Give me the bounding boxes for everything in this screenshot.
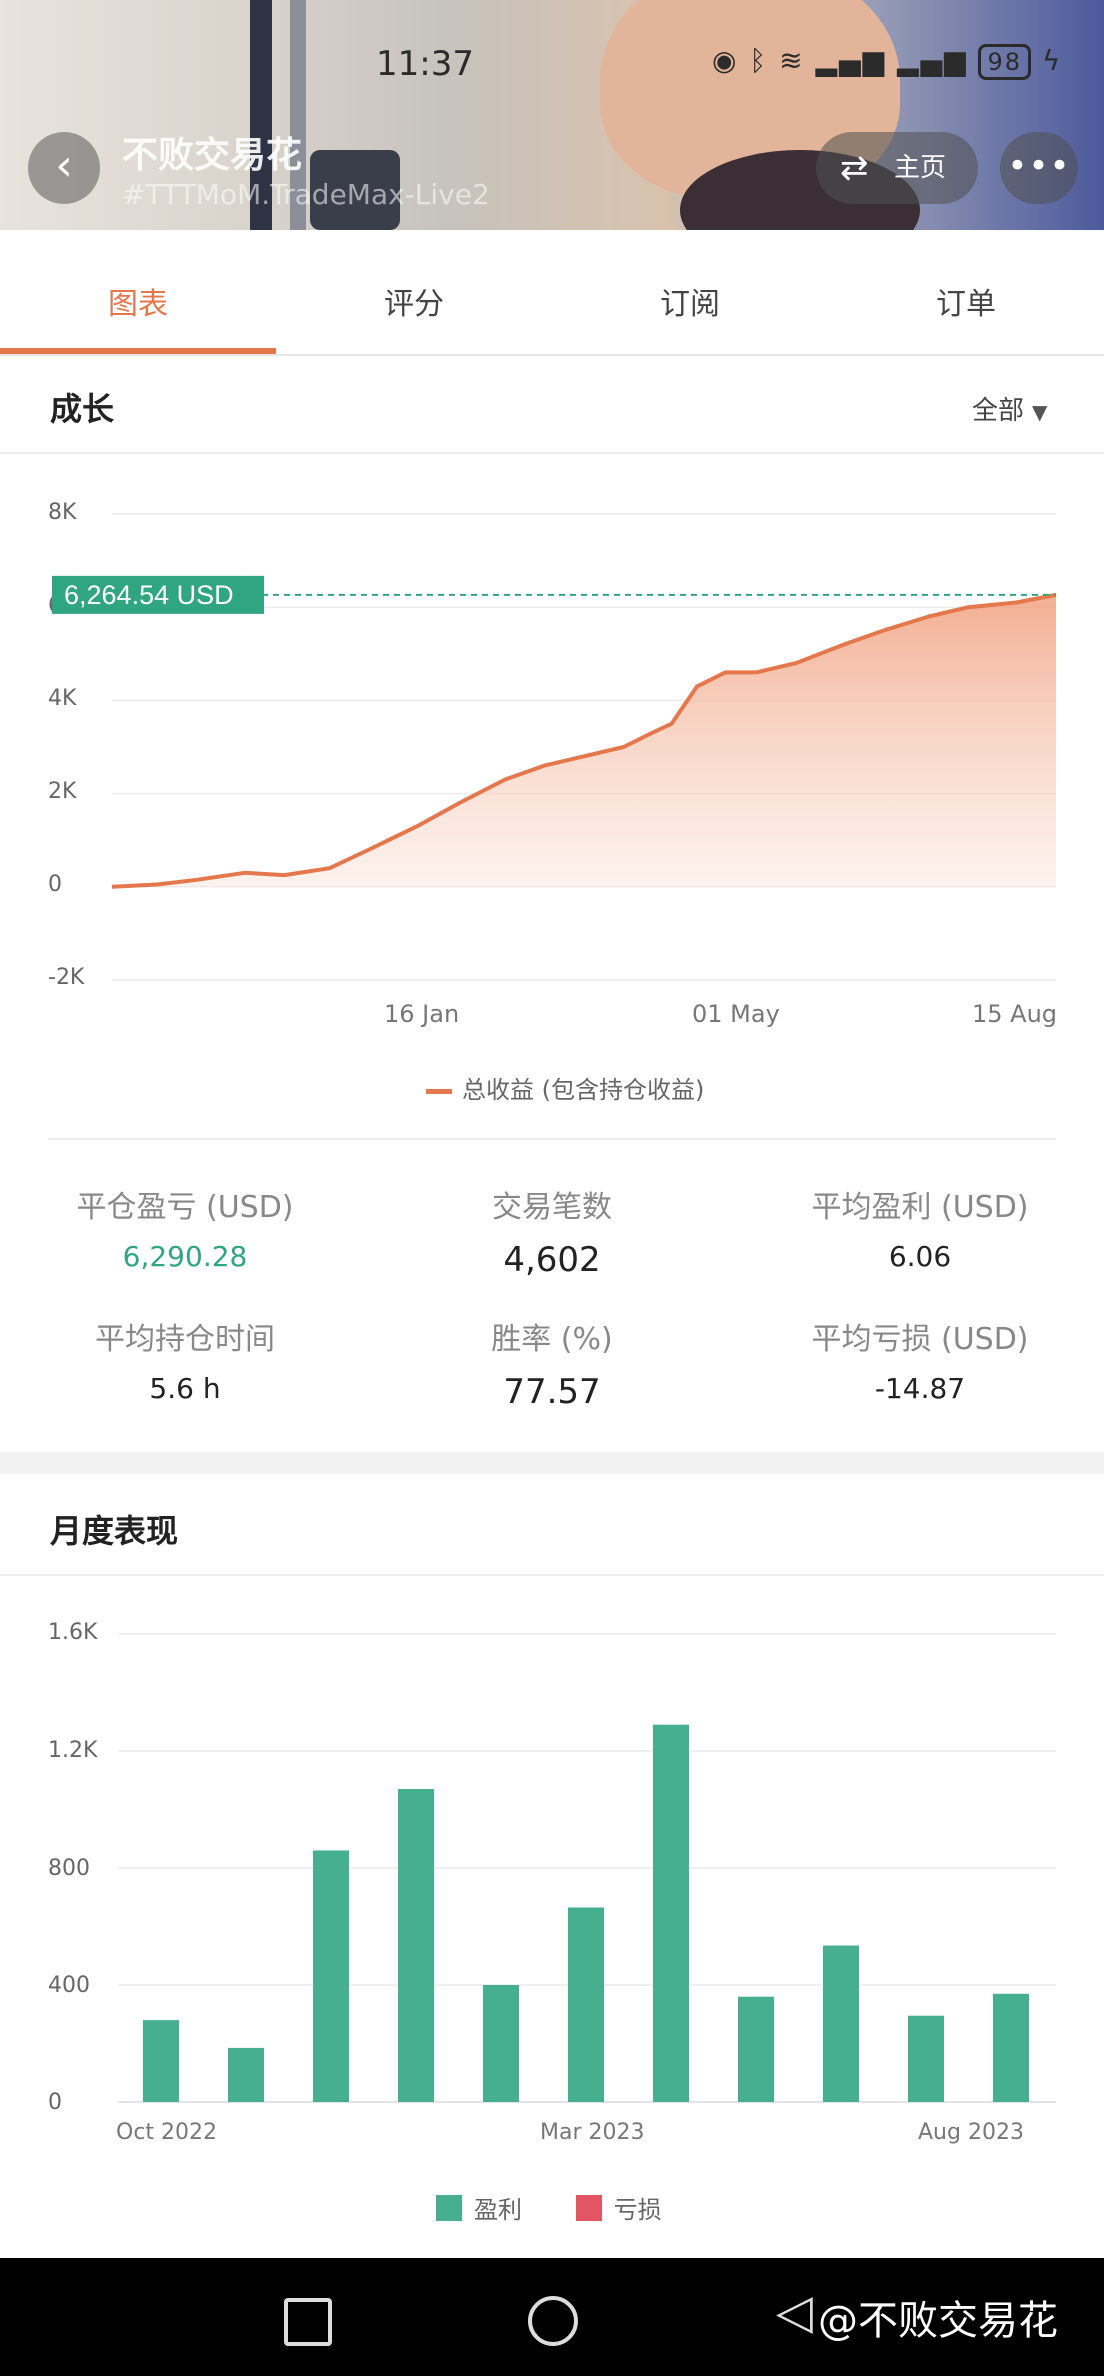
watermark: @不败交易花	[818, 2298, 1058, 2344]
monthly-title: 月度表现	[50, 1512, 179, 1550]
profit-bar[interactable]	[143, 2020, 179, 2102]
swap-icon: ⇄	[840, 148, 869, 188]
more-button[interactable]: •••	[1000, 132, 1078, 204]
growth-divider	[0, 452, 1104, 454]
current-value-label: 6,264.54 USD	[64, 580, 234, 610]
monthly-xtick: Aug 2023	[918, 2120, 1024, 2145]
growth-area	[112, 594, 1056, 887]
avg-profit-value: 6.06	[888, 1240, 952, 1273]
tab-rating[interactable]: 评分	[276, 230, 552, 354]
legend-profit-swatch	[436, 2194, 462, 2221]
monthly-xtick: Oct 2022	[116, 2120, 218, 2145]
profit-bar[interactable]	[908, 2015, 944, 2102]
closed-pnl-label: 平仓盈亏 (USD)	[76, 1190, 294, 1225]
growth-legend-label: 总收益 (包含持仓收益)	[462, 1076, 705, 1104]
more-icon: •••	[1007, 146, 1071, 186]
charging-icon: ϟ	[1041, 44, 1063, 77]
range-filter[interactable]: 全部 ▼	[972, 390, 1047, 427]
growth-xtick: 01 May	[692, 1000, 780, 1028]
profit-bar[interactable]	[228, 2047, 264, 2102]
account-name: 不败交易花	[122, 135, 303, 176]
avg-hold-label: 平均持仓时间	[95, 1322, 275, 1357]
profit-bar[interactable]	[313, 1850, 349, 2102]
avg-loss-value: -14.87	[874, 1372, 966, 1405]
trades-label: 交易笔数	[492, 1190, 612, 1225]
monthly-divider	[0, 1574, 1104, 1576]
legend-loss-label: 亏损	[613, 2196, 662, 2224]
monthly-legend: 盈利 亏损	[436, 2190, 662, 2225]
wifi-icon: ≋	[779, 44, 805, 77]
status-time: 11:37	[376, 44, 474, 84]
account-server: #TTTMoM.TradeMax-Live2	[122, 178, 490, 211]
avg-profit-label: 平均盈利 (USD)	[811, 1190, 1029, 1225]
chevron-left-icon: ‹	[55, 140, 73, 191]
eye-icon: ◉	[712, 44, 739, 77]
monthly-xtick: Mar 2023	[540, 2120, 645, 2145]
profit-bar[interactable]	[483, 1985, 519, 2102]
win-rate-label: 胜率 (%)	[491, 1322, 613, 1357]
legend-loss-swatch	[575, 2194, 602, 2221]
battery-icon: 98	[978, 44, 1032, 80]
profit-bar[interactable]	[993, 1993, 1029, 2102]
bluetooth-icon: ᛒ	[749, 44, 769, 77]
range-filter-label: 全部	[972, 396, 1025, 426]
growth-legend: 总收益 (包含持仓收益)	[426, 1070, 704, 1105]
legend-line-swatch	[426, 1088, 452, 1094]
tab-subscribe[interactable]: 订阅	[552, 230, 828, 354]
profit-bar[interactable]	[568, 1907, 604, 2102]
signal-icon-2: ▂▄▆	[896, 44, 968, 77]
stats-divider	[48, 1138, 1056, 1140]
profit-bar[interactable]	[738, 1996, 774, 2102]
back-nav-button[interactable]: ◁	[776, 2284, 813, 2340]
legend-profit-label: 盈利	[474, 2196, 522, 2224]
tab-orders[interactable]: 订单	[828, 230, 1104, 354]
growth-chart: 6,264.54 USD	[52, 513, 1057, 981]
caret-down-icon: ▼	[1032, 400, 1048, 424]
trades-value: 4,602	[503, 1240, 601, 1280]
signal-icon: ▂▄▆	[815, 44, 887, 77]
home-button[interactable]: ⇄ 主页	[816, 132, 978, 204]
tab-bar: 图表 评分 订阅 订单	[0, 230, 1104, 356]
profit-bar[interactable]	[823, 1945, 859, 2102]
home-button-label: 主页	[894, 153, 947, 183]
growth-xtick: 16 Jan	[384, 1000, 460, 1028]
growth-xtick: 15 Aug	[972, 1000, 1058, 1028]
home-nav-button[interactable]	[528, 2296, 578, 2346]
growth-title: 成长	[50, 390, 115, 428]
section-gap	[0, 1452, 1104, 1474]
profile-header-banner: 11:37 ◉ ᛒ ≋ ▂▄▆ ▂▄▆ 98 ϟ ‹ 不败交易花 #TTTMoM…	[0, 0, 1104, 230]
profit-bar[interactable]	[653, 1724, 689, 2102]
status-icons: ◉ ᛒ ≋ ▂▄▆ ▂▄▆ 98 ϟ	[712, 44, 1062, 80]
win-rate-value: 77.57	[503, 1372, 601, 1412]
back-button[interactable]: ‹	[28, 132, 100, 204]
recents-button[interactable]	[284, 2298, 332, 2346]
avg-hold-value: 5.6 h	[149, 1372, 221, 1405]
current-value-badge: 6,264.54 USD	[52, 575, 264, 614]
avg-loss-label: 平均亏损 (USD)	[811, 1322, 1029, 1357]
active-tab-indicator	[0, 348, 276, 354]
closed-pnl-value: 6,290.28	[122, 1240, 248, 1273]
profit-bar[interactable]	[398, 1789, 434, 2102]
tab-chart[interactable]: 图表	[0, 230, 276, 354]
monthly-chart	[118, 1633, 1056, 2103]
